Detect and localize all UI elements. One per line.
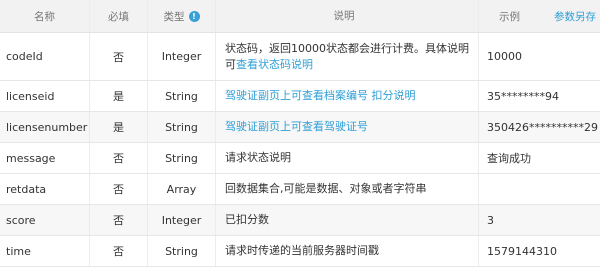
- header-example: 示例 参数另存: [479, 0, 600, 32]
- param-description-text: 回数据集合,可能是数据、对象或者字符串: [225, 182, 427, 195]
- header-name-label: 名称: [34, 10, 55, 23]
- param-type: Array: [148, 174, 216, 204]
- param-name: licensenumber: [0, 112, 90, 142]
- param-name: score: [0, 205, 90, 235]
- param-name-text: licensenumber: [6, 120, 88, 134]
- param-description-text: 请求时传递的当前服务器时间戳: [225, 244, 379, 257]
- param-name-text: codeId: [6, 50, 43, 63]
- param-description-text: 已扣分数: [225, 213, 269, 226]
- param-type-text: String: [165, 151, 198, 165]
- param-description: 回数据集合,可能是数据、对象或者字符串: [216, 174, 479, 204]
- param-required: 否: [90, 33, 148, 80]
- param-required: 否: [90, 174, 148, 204]
- param-required-text: 否: [113, 214, 124, 227]
- param-name-text: retdata: [6, 182, 47, 196]
- param-example: [479, 174, 600, 204]
- param-name: licenseid: [0, 81, 90, 111]
- header-name: 名称: [0, 0, 90, 32]
- param-type-text: String: [165, 244, 198, 258]
- param-required-text: 否: [113, 152, 124, 165]
- table-row: retdata 否 Array 回数据集合,可能是数据、对象或者字符串: [0, 174, 600, 205]
- table-row: licensenumber 是 String 驾驶证副页上可查看驾驶证号 350…: [0, 112, 600, 143]
- param-type-text: Array: [166, 182, 197, 196]
- header-type-label: 类型: [163, 10, 185, 23]
- param-description: 请求时传递的当前服务器时间戳: [216, 236, 479, 266]
- param-name: time: [0, 236, 90, 266]
- param-example: 35********94: [479, 81, 600, 111]
- header-description: 说明: [216, 0, 479, 32]
- param-required: 是: [90, 81, 148, 111]
- param-name-text: time: [6, 244, 31, 258]
- param-required-text: 否: [113, 245, 124, 258]
- param-type-text: String: [165, 120, 198, 134]
- header-required: 必填: [90, 0, 148, 32]
- param-name: codeId: [0, 33, 90, 80]
- param-example-text: 1579144310: [487, 244, 557, 258]
- param-type-text: Integer: [161, 50, 202, 63]
- param-required: 否: [90, 205, 148, 235]
- param-required-text: 否: [113, 183, 124, 196]
- header-description-label: 说明: [333, 10, 355, 22]
- param-example: 3: [479, 205, 600, 235]
- param-example: 350426**********29: [479, 112, 600, 142]
- param-required-text: 是: [113, 121, 124, 134]
- param-description: 已扣分数: [216, 205, 479, 235]
- header-required-label: 必填: [108, 10, 129, 23]
- param-example-text: 35********94: [487, 89, 559, 103]
- param-required-text: 是: [113, 90, 124, 103]
- param-required: 是: [90, 112, 148, 142]
- license-number-link[interactable]: 驾驶证副页上可查看驾驶证号: [225, 119, 368, 135]
- param-name-text: message: [6, 151, 56, 165]
- license-archive-link[interactable]: 驾驶证副页上可查看档案编号 扣分说明: [225, 88, 416, 104]
- param-required: 否: [90, 143, 148, 173]
- table-row: time 否 String 请求时传递的当前服务器时间戳 1579144310: [0, 236, 600, 267]
- table-row: codeId 否 Integer 状态码，返回10000状态都会进行计费。具体说…: [0, 33, 600, 81]
- param-example-text: 查询成功: [487, 152, 531, 165]
- param-example: 10000: [479, 33, 600, 80]
- header-example-label: 示例: [499, 10, 520, 23]
- table-header: 名称 必填 类型 ! 说明 示例 参数另存: [0, 0, 600, 33]
- param-type: Integer: [148, 33, 216, 80]
- param-description: 驾驶证副页上可查看驾驶证号: [216, 112, 479, 142]
- param-example-text: 3: [487, 213, 494, 227]
- param-type: String: [148, 143, 216, 173]
- param-required: 否: [90, 236, 148, 266]
- param-example: 1579144310: [479, 236, 600, 266]
- response-params-table: 名称 必填 类型 ! 说明 示例 参数另存 codeId 否 Integer 状…: [0, 0, 600, 273]
- param-name-text: score: [6, 213, 36, 227]
- param-description: 驾驶证副页上可查看档案编号 扣分说明: [216, 81, 479, 111]
- param-type: Integer: [148, 205, 216, 235]
- param-example: 查询成功: [479, 143, 600, 173]
- param-type-text: Integer: [161, 213, 202, 227]
- param-description-text: 请求状态说明: [225, 151, 291, 164]
- param-name: retdata: [0, 174, 90, 204]
- param-description-wrap: 状态码，返回10000状态都会进行计费。具体说明可查看状态码说明: [225, 41, 472, 73]
- param-description: 请求状态说明: [216, 143, 479, 173]
- param-type: String: [148, 112, 216, 142]
- table-row: licenseid 是 String 驾驶证副页上可查看档案编号 扣分说明 35…: [0, 81, 600, 112]
- header-type: 类型 !: [148, 0, 216, 32]
- param-required-text: 否: [113, 50, 124, 64]
- table-row: message 否 String 请求状态说明 查询成功: [0, 143, 600, 174]
- param-type: String: [148, 236, 216, 266]
- table-row: score 否 Integer 已扣分数 3: [0, 205, 600, 236]
- param-example-text: 350426**********29: [487, 120, 598, 134]
- info-icon[interactable]: !: [188, 10, 200, 22]
- status-code-doc-link[interactable]: 查看状态码说明: [236, 58, 313, 71]
- param-name: message: [0, 143, 90, 173]
- save-params-link[interactable]: 参数另存: [554, 9, 596, 24]
- param-type-text: String: [165, 89, 198, 103]
- param-type: String: [148, 81, 216, 111]
- param-description: 状态码，返回10000状态都会进行计费。具体说明可查看状态码说明: [216, 33, 479, 80]
- param-name-text: licenseid: [6, 89, 55, 103]
- param-example-text: 10000: [487, 50, 522, 63]
